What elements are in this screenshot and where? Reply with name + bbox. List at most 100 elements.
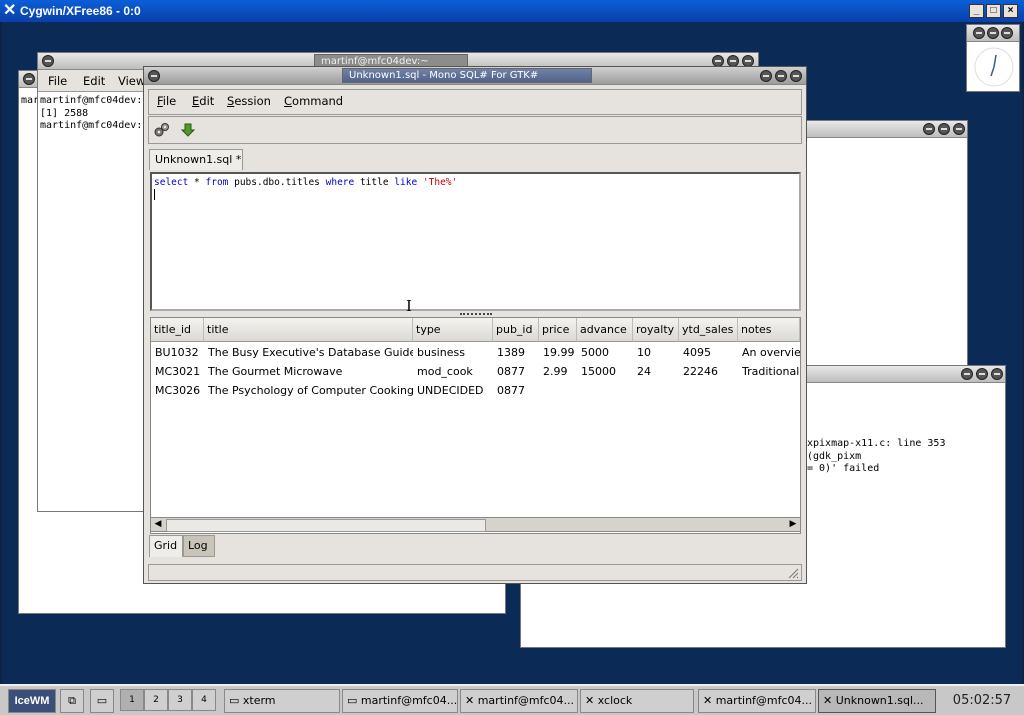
close-button[interactable]: × xyxy=(1003,4,1018,18)
minimize-button[interactable]: _ xyxy=(969,4,984,18)
tab-log[interactable]: Log xyxy=(183,535,215,557)
clock-face-icon xyxy=(974,47,1014,87)
column-header-notes[interactable]: notes xyxy=(738,318,800,342)
cell: Traditional xyxy=(742,365,800,378)
scroll-left-icon[interactable]: ◀ xyxy=(152,519,164,530)
cell: 19.99 xyxy=(543,346,575,359)
x-icon: ✕ xyxy=(823,694,836,707)
task-martinf-3[interactable]: ✕ martinf@mfc04... xyxy=(698,689,816,713)
error-line: xpixmap-x11.c: line 353 (gdk_pixm xyxy=(807,438,946,462)
cell: 4095 xyxy=(683,346,711,359)
taskbar: IceWM ⧉ ▭ 1 2 3 4 ▭ xterm ▭ martinf@mfc0… xyxy=(0,684,1024,715)
scrollbar-thumb[interactable] xyxy=(166,519,486,532)
task-martinf-2[interactable]: ✕ martinf@mfc04... xyxy=(460,689,578,713)
taskbar-clock[interactable]: 05:02:57 xyxy=(944,689,1020,713)
background-window-titlebar[interactable] xyxy=(801,121,967,138)
sql-window[interactable]: Unknown1.sql - Mono SQL# For GTK# File E… xyxy=(143,66,807,584)
cell: 0877 xyxy=(497,384,525,397)
resize-grip-icon[interactable] xyxy=(787,567,799,579)
start-button[interactable]: IceWM xyxy=(8,689,56,713)
minimize-button[interactable] xyxy=(775,70,787,82)
minimize-button[interactable] xyxy=(976,368,988,380)
cell: 1389 xyxy=(497,346,525,359)
close-button[interactable] xyxy=(790,70,802,82)
sql-window-titlebar[interactable]: Unknown1.sql - Mono SQL# For GTK# xyxy=(144,67,806,85)
status-bar xyxy=(148,564,802,581)
tab-unknown1-sql[interactable]: Unknown1.sql * xyxy=(149,149,243,170)
column-header-pub-id[interactable]: pub_id xyxy=(493,318,539,342)
cell: MC3026 xyxy=(155,384,201,397)
xterm-menu-edit[interactable]: Edit xyxy=(83,74,105,88)
outer-window-title: Cygwin/XFree86 - 0:0 xyxy=(20,4,141,18)
terminal-line: martinf@mfc04dev: xyxy=(40,95,143,106)
cell: The Gourmet Microwave xyxy=(208,365,343,378)
column-header-ytd-sales[interactable]: ytd_sales xyxy=(679,318,738,342)
workspace-2[interactable]: 2 xyxy=(144,689,168,711)
cell: 22246 xyxy=(683,365,718,378)
column-header-title[interactable]: title xyxy=(204,318,413,342)
cell: business xyxy=(417,346,465,359)
outer-window-titlebar[interactable]: ✕ Cygwin/XFree86 - 0:0 _ □ × xyxy=(0,0,1024,22)
task-xterm[interactable]: ▭ xterm xyxy=(224,689,340,713)
horizontal-scrollbar[interactable]: ◀ ▶ xyxy=(150,517,801,532)
text-cursor xyxy=(154,189,155,200)
column-header-price[interactable]: price xyxy=(539,318,577,342)
error-text: xpixmap-x11.c: line 353 (gdk_pixm = 0)' … xyxy=(807,438,1005,476)
window-menu-button[interactable] xyxy=(973,27,985,39)
column-header-type[interactable]: type xyxy=(413,318,493,342)
column-header-royalty[interactable]: royalty xyxy=(633,318,679,342)
cell: 10 xyxy=(637,346,651,359)
cell: 2.99 xyxy=(543,365,568,378)
ibeam-cursor-icon: I xyxy=(406,297,412,315)
xterm-menu-file[interactable]: File xyxy=(48,74,67,88)
window-menu-button[interactable] xyxy=(148,70,160,82)
column-header-title-id[interactable]: title_id xyxy=(151,318,204,342)
close-button[interactable] xyxy=(953,123,965,135)
window-menu-button[interactable] xyxy=(23,73,35,85)
workspace-1[interactable]: 1 xyxy=(120,689,144,711)
background-window[interactable] xyxy=(800,120,968,370)
cell: 5000 xyxy=(581,346,609,359)
pane-splitter-handle[interactable] xyxy=(460,313,492,316)
xclock-window[interactable] xyxy=(966,24,1020,92)
results-grid[interactable]: title_id title type pub_id price advance… xyxy=(150,317,801,534)
xterm-menu-view[interactable]: View xyxy=(118,74,145,88)
cell: BU1032 xyxy=(155,346,199,359)
workspace-3[interactable]: 3 xyxy=(168,689,192,711)
column-header-advance[interactable]: advance xyxy=(577,318,633,342)
menu-command[interactable]: Command xyxy=(284,94,343,108)
cell: The Psychology of Computer Cooking xyxy=(208,384,413,397)
task-xclock[interactable]: ✕ xclock xyxy=(580,689,694,713)
tab-grid[interactable]: Grid xyxy=(149,535,183,557)
close-button[interactable] xyxy=(991,368,1003,380)
window-menu-button[interactable] xyxy=(961,368,973,380)
scroll-right-icon[interactable]: ▶ xyxy=(787,519,799,530)
cell: 0877 xyxy=(497,365,525,378)
minimize-button[interactable] xyxy=(987,27,999,39)
workspace-4[interactable]: 4 xyxy=(192,689,216,711)
minimize-button[interactable] xyxy=(938,123,950,135)
show-desktop-icon[interactable]: ▭ xyxy=(90,689,114,713)
sql-menubar: File Edit Session Command xyxy=(148,89,802,115)
error-line: = 0)' failed xyxy=(807,463,880,474)
cell: MC3021 xyxy=(155,365,201,378)
close-button[interactable] xyxy=(1001,27,1013,39)
maximize-button[interactable]: □ xyxy=(986,4,1001,18)
window-list-icon[interactable]: ⧉ xyxy=(60,689,84,713)
window-menu-button[interactable] xyxy=(923,123,935,135)
sql-query-line: select * from pubs.dbo.titles where titl… xyxy=(154,177,458,188)
menu-session[interactable]: Session xyxy=(227,94,271,108)
task-unknown1-sql[interactable]: ✕ Unknown1.sql... xyxy=(818,689,936,713)
task-martinf-1[interactable]: ▭ martinf@mfc04... xyxy=(342,689,458,713)
down-arrow-icon[interactable] xyxy=(179,122,197,138)
window-menu-button[interactable] xyxy=(760,70,772,82)
sql-toolbar xyxy=(148,116,802,144)
terminal-output: martinf@mfc04dev: [1] 2588 martinf@mfc04… xyxy=(40,95,142,133)
gears-icon[interactable] xyxy=(153,122,171,138)
menu-file[interactable]: File xyxy=(157,94,176,108)
sql-editor[interactable]: select * from pubs.dbo.titles where titl… xyxy=(150,172,801,311)
xclock-titlebar[interactable] xyxy=(967,25,1019,42)
window-menu-button[interactable] xyxy=(42,55,54,67)
cell: The Busy Executive's Database Guide xyxy=(208,346,413,359)
menu-edit[interactable]: Edit xyxy=(192,94,214,108)
